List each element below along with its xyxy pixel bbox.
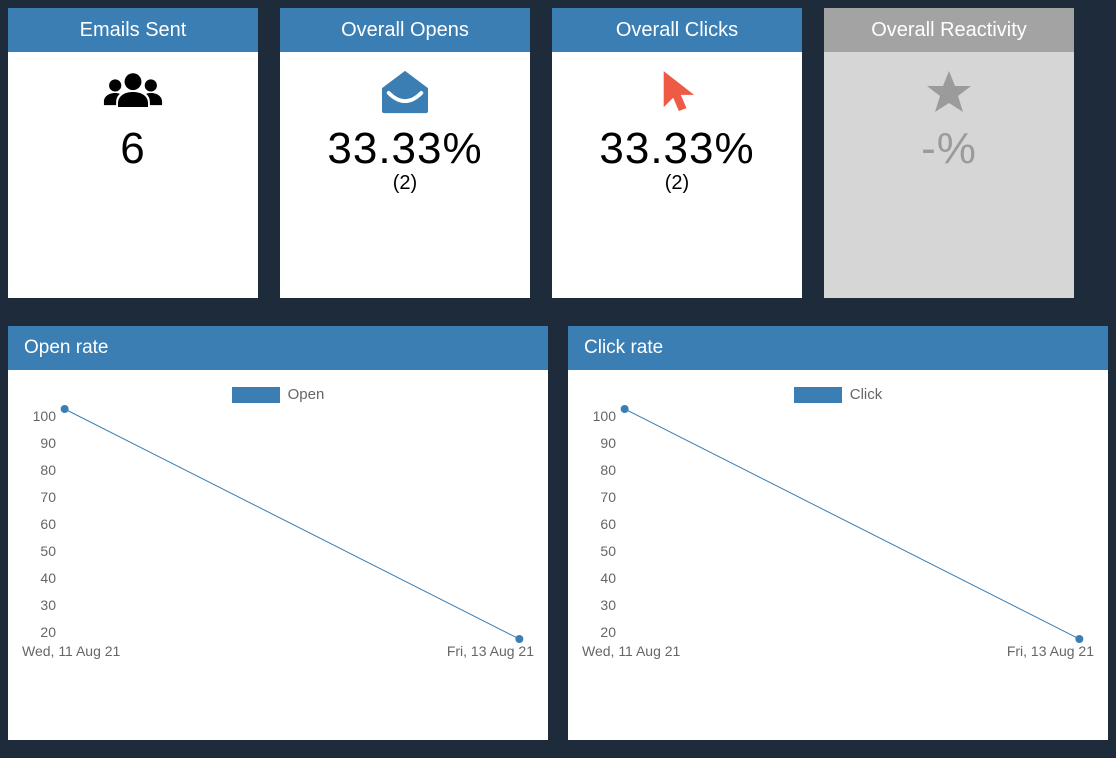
y-tick: 20 <box>22 625 56 639</box>
y-tick: 40 <box>22 571 56 585</box>
overall-clicks-subvalue: (2) <box>665 172 689 195</box>
overall-reactivity-value: -% <box>921 124 977 174</box>
cursor-click-icon <box>647 68 707 116</box>
click-rate-chart-card: Click rate Click 100 90 80 70 60 50 40 3… <box>568 326 1108 740</box>
x-axis-end: Fri, 13 Aug 21 <box>447 643 534 659</box>
users-icon <box>103 68 163 116</box>
y-tick: 80 <box>582 463 616 477</box>
overall-reactivity-body: -% <box>824 52 1074 298</box>
overall-reactivity-title: Overall Reactivity <box>824 8 1074 52</box>
open-rate-body: Open 100 90 80 70 60 50 40 30 20 <box>8 370 548 740</box>
x-axis-start: Wed, 11 Aug 21 <box>22 643 120 659</box>
star-icon <box>919 68 979 116</box>
emails-sent-value: 6 <box>120 124 145 174</box>
legend-swatch <box>232 387 280 403</box>
overall-clicks-body: 33.33% (2) <box>552 52 802 298</box>
y-tick: 60 <box>22 517 56 531</box>
y-tick: 100 <box>22 409 56 423</box>
overall-reactivity-card: Overall Reactivity -% <box>824 8 1074 298</box>
click-rate-y-axis: 100 90 80 70 60 50 40 30 20 <box>582 409 616 639</box>
y-tick: 40 <box>582 571 616 585</box>
y-tick: 30 <box>582 598 616 612</box>
open-rate-x-axis: Wed, 11 Aug 21 Fri, 13 Aug 21 <box>22 643 534 659</box>
click-rate-body: Click 100 90 80 70 60 50 40 30 20 <box>568 370 1108 740</box>
kpi-cards-row: Emails Sent 6 Overall Opens <box>8 8 1108 298</box>
y-tick: 50 <box>22 544 56 558</box>
overall-opens-title: Overall Opens <box>280 8 530 52</box>
y-tick: 90 <box>582 436 616 450</box>
legend-swatch <box>794 387 842 403</box>
open-rate-y-axis: 100 90 80 70 60 50 40 30 20 <box>22 409 56 639</box>
y-tick: 50 <box>582 544 616 558</box>
click-rate-x-axis: Wed, 11 Aug 21 Fri, 13 Aug 21 <box>582 643 1094 659</box>
open-rate-title: Open rate <box>8 326 548 370</box>
emails-sent-card: Emails Sent 6 <box>8 8 258 298</box>
charts-row: Open rate Open 100 90 80 70 60 50 40 30 … <box>8 326 1108 740</box>
overall-opens-body: 33.33% (2) <box>280 52 530 298</box>
open-rate-chart-card: Open rate Open 100 90 80 70 60 50 40 30 … <box>8 326 548 740</box>
y-tick: 100 <box>582 409 616 423</box>
y-tick: 80 <box>22 463 56 477</box>
emails-sent-title: Emails Sent <box>8 8 258 52</box>
emails-sent-body: 6 <box>8 52 258 298</box>
overall-clicks-value: 33.33% <box>599 124 754 174</box>
click-rate-legend: Click <box>582 386 1094 403</box>
x-axis-start: Wed, 11 Aug 21 <box>582 643 680 659</box>
open-rate-legend: Open <box>22 386 534 403</box>
click-rate-title: Click rate <box>568 326 1108 370</box>
click-rate-points <box>620 409 1084 639</box>
y-tick: 60 <box>582 517 616 531</box>
x-axis-end: Fri, 13 Aug 21 <box>1007 643 1094 659</box>
click-rate-plot: 100 90 80 70 60 50 40 30 20 <box>620 409 1084 639</box>
y-tick: 90 <box>22 436 56 450</box>
click-rate-legend-label: Click <box>850 386 883 403</box>
envelope-open-icon <box>375 68 435 116</box>
overall-opens-subvalue: (2) <box>393 172 417 195</box>
y-tick: 70 <box>582 490 616 504</box>
y-tick: 70 <box>22 490 56 504</box>
y-tick: 30 <box>22 598 56 612</box>
overall-opens-value: 33.33% <box>327 124 482 174</box>
open-rate-plot: 100 90 80 70 60 50 40 30 20 <box>60 409 524 639</box>
open-rate-points <box>60 409 524 639</box>
open-rate-legend-label: Open <box>288 386 325 403</box>
overall-opens-card: Overall Opens 33.33% (2) <box>280 8 530 298</box>
overall-clicks-title: Overall Clicks <box>552 8 802 52</box>
y-tick: 20 <box>582 625 616 639</box>
overall-clicks-card: Overall Clicks 33.33% (2) <box>552 8 802 298</box>
